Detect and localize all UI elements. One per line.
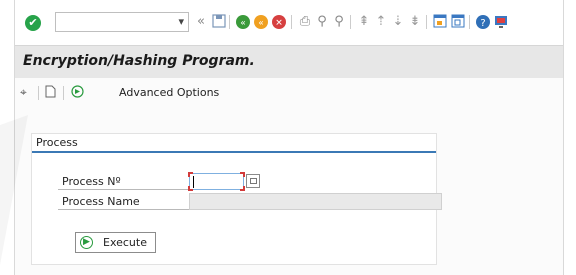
- new-session-icon[interactable]: [432, 14, 448, 30]
- customize-layout-icon[interactable]: [493, 14, 509, 30]
- page-title: Encryption/Hashing Program.: [23, 53, 255, 69]
- value-help-button[interactable]: [246, 174, 260, 188]
- process-number-label-row: Process Nº: [58, 173, 190, 190]
- dropdown-icon[interactable]: ▾: [178, 15, 184, 28]
- title-bar: Encryption/Hashing Program.: [15, 45, 563, 79]
- svg-text:«: «: [258, 19, 264, 29]
- document-icon[interactable]: [45, 85, 56, 101]
- next-page-icon[interactable]: ⇣: [390, 14, 406, 30]
- group-header: Process: [32, 134, 436, 153]
- execute-icon[interactable]: [71, 85, 84, 101]
- find-next-icon[interactable]: ⚲: [331, 14, 347, 30]
- sap-window: ✔ ▾ « « « ✕ ⎙ ⚲ ⚲ ⇞ ⇡ ⇣ ⇟ ? Encryption/H…: [14, 0, 564, 275]
- group-title: Process: [36, 136, 78, 149]
- back-chevrons-icon[interactable]: «: [193, 14, 209, 30]
- process-number-label: Process Nº: [62, 175, 121, 188]
- system-toolbar: ✔ ▾ « « « ✕ ⎙ ⚲ ⚲ ⇞ ⇡ ⇣ ⇟ ?: [15, 0, 563, 45]
- svg-text:?: ?: [480, 18, 485, 29]
- find-icon[interactable]: ⚲: [314, 14, 330, 30]
- cancel-icon[interactable]: ✕: [271, 14, 287, 30]
- advanced-options-button[interactable]: Advanced Options: [119, 86, 219, 99]
- checkmark-watermark-icon: [0, 115, 28, 265]
- shortcut-icon[interactable]: [450, 14, 466, 30]
- process-group: Process Process Nº Process Name ▶ Execut…: [31, 133, 442, 265]
- execute-label: Execute: [103, 236, 147, 249]
- print-icon[interactable]: ⎙: [297, 14, 313, 30]
- text-cursor: [193, 176, 194, 188]
- process-name-field: [189, 193, 442, 210]
- process-name-label-row: Process Name: [58, 193, 190, 210]
- save-icon[interactable]: [211, 14, 227, 30]
- glasses-icon[interactable]: ⌖: [20, 85, 27, 99]
- last-page-icon[interactable]: ⇟: [407, 14, 423, 30]
- help-icon[interactable]: ?: [475, 14, 491, 30]
- execute-button[interactable]: ▶ Execute: [75, 232, 156, 253]
- application-toolbar: ⌖ Advanced Options: [15, 78, 563, 106]
- value-help-icon: [250, 178, 257, 184]
- command-field[interactable]: ▾: [55, 12, 189, 32]
- back-icon[interactable]: «: [235, 14, 251, 30]
- execute-icon: ▶: [80, 236, 93, 249]
- svg-text:«: «: [240, 19, 246, 29]
- process-number-input[interactable]: [188, 172, 245, 191]
- svg-text:✕: ✕: [275, 19, 283, 29]
- exit-icon[interactable]: «: [253, 14, 269, 30]
- first-page-icon[interactable]: ⇞: [356, 14, 372, 30]
- process-name-label: Process Name: [62, 195, 140, 208]
- check-icon[interactable]: ✔: [25, 15, 41, 31]
- previous-page-icon[interactable]: ⇡: [373, 14, 389, 30]
